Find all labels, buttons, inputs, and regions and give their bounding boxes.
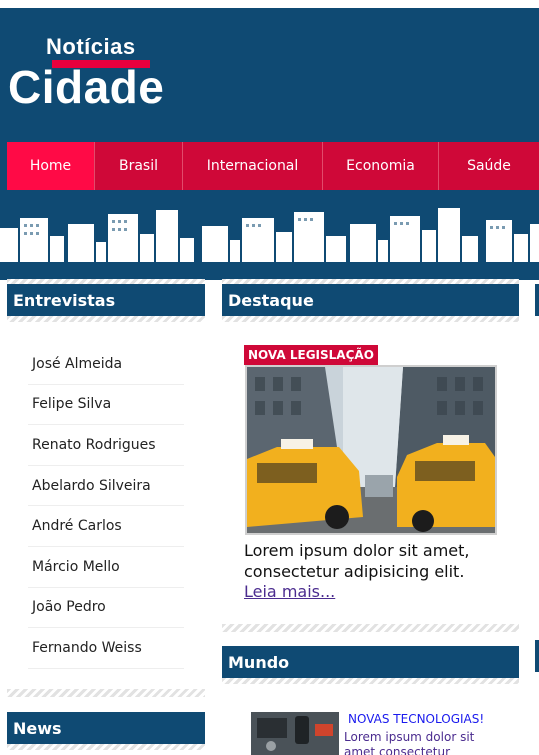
world-category-tag[interactable]: NOVAS TECNOLOGIAS! (348, 712, 484, 726)
read-more-link[interactable]: Leia mais... (244, 582, 335, 601)
news-title: News (7, 712, 205, 744)
interviews-title-underline (7, 316, 205, 322)
list-item[interactable]: Renato Rodrigues (28, 425, 184, 466)
nav-item-saude[interactable]: Saúde (439, 142, 539, 190)
interviews-list: José Almeida Felipe Silva Renato Rodrigu… (28, 344, 184, 669)
city-taxi-photo (247, 367, 495, 533)
featured-lead-text: Lorem ipsum dolor sit amet, consectetur … (244, 541, 470, 581)
world-summary-text: Lorem ipsum dolor sit amet consectetur (344, 730, 475, 755)
nav-item-home[interactable]: Home (7, 142, 95, 190)
list-item[interactable]: Márcio Mello (28, 547, 184, 588)
featured-image[interactable] (245, 365, 497, 535)
site-logo[interactable]: Notícias Cidade (8, 30, 188, 120)
nav-item-brasil[interactable]: Brasil (95, 142, 183, 190)
list-item[interactable]: João Pedro (28, 588, 184, 629)
right-column-panel-edge (535, 284, 539, 316)
right-column-panel-edge-lower (535, 640, 539, 672)
world-title-underline (222, 678, 519, 684)
nav-item-economia[interactable]: Economia (323, 142, 439, 190)
world-title: Mundo (222, 646, 519, 678)
news-stripe (7, 689, 205, 697)
world-stripe (222, 624, 519, 632)
list-item[interactable]: Abelardo Silveira (28, 466, 184, 507)
world-thumbnail[interactable] (251, 712, 339, 755)
featured-title: Destaque (222, 284, 519, 316)
logo-top-text: Notícias (46, 34, 136, 59)
main-nav: Home Brasil Internacional Economia Saúde (7, 142, 539, 190)
news-title-underline (7, 744, 205, 750)
nav-item-internacional[interactable]: Internacional (183, 142, 323, 190)
city-skyline-graphic (0, 208, 539, 262)
header-top-border (0, 0, 539, 8)
interviews-title: Entrevistas (7, 284, 205, 316)
site-header: Notícias Cidade Home Brasil Internaciona… (0, 0, 539, 280)
featured-title-underline (222, 316, 519, 322)
desk-gadgets-photo (251, 712, 339, 755)
list-item[interactable]: André Carlos (28, 506, 184, 547)
logo-main-text: Cidade (8, 61, 165, 113)
list-item[interactable]: José Almeida (28, 344, 184, 385)
featured-category-tag: NOVA LEGISLAÇÃO (244, 345, 378, 365)
list-item[interactable]: Fernando Weiss (28, 628, 184, 669)
list-item[interactable]: Felipe Silva (28, 385, 184, 426)
